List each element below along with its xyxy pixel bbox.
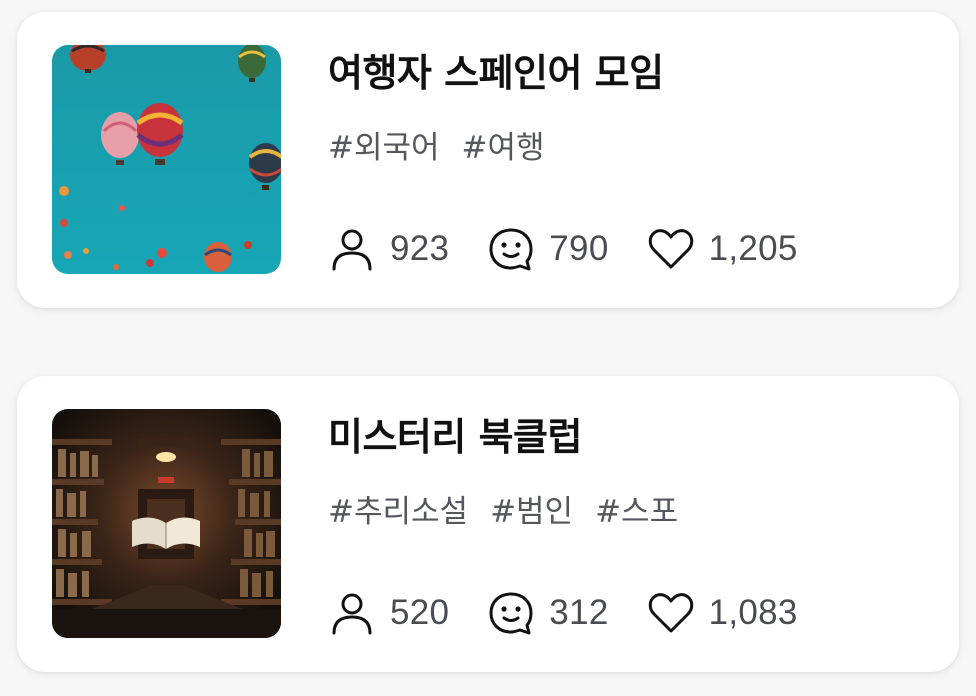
likes-count: 1,205 <box>708 229 798 268</box>
person-icon <box>328 225 376 273</box>
group-card[interactable]: 여행자 스페인어 모임 #외국어 #여행 923 790 1,205 <box>17 12 959 308</box>
chat-bubble-icon <box>487 225 535 273</box>
tag[interactable]: #외국어 <box>328 130 440 166</box>
members-stat: 923 <box>328 225 449 273</box>
group-title: 여행자 스페인어 모임 <box>328 51 664 95</box>
group-title: 미스터리 북클럽 <box>328 415 582 459</box>
comments-stat: 312 <box>487 589 608 637</box>
group-thumbnail-library <box>52 409 281 638</box>
tag[interactable]: #범인 <box>490 494 573 530</box>
comments-count: 312 <box>549 593 609 632</box>
members-stat: 520 <box>328 589 449 637</box>
group-thumbnail-balloons <box>52 45 281 274</box>
chat-bubble-icon <box>487 589 535 637</box>
likes-count: 1,083 <box>708 593 798 632</box>
heart-icon[interactable] <box>647 225 695 273</box>
comments-stat: 790 <box>487 225 608 273</box>
group-stats: 923 790 1,205 <box>328 224 836 274</box>
tag-list: #추리소설 #범인 #스포 <box>328 492 700 532</box>
heart-icon[interactable] <box>647 589 695 637</box>
group-stats: 520 312 1,083 <box>328 588 836 638</box>
group-card[interactable]: 미스터리 북클럽 #추리소설 #범인 #스포 520 312 1,083 <box>17 376 959 672</box>
likes-stat[interactable]: 1,205 <box>647 225 798 273</box>
group-list: 여행자 스페인어 모임 #외국어 #여행 923 790 1,205 미스터리 … <box>0 0 976 696</box>
members-count: 923 <box>390 229 450 268</box>
tag[interactable]: #여행 <box>462 130 545 166</box>
tag[interactable]: #스포 <box>595 494 678 530</box>
members-count: 520 <box>390 593 450 632</box>
person-icon <box>328 589 376 637</box>
tag[interactable]: #추리소설 <box>328 494 468 530</box>
comments-count: 790 <box>549 229 609 268</box>
tag-list: #외국어 #여행 <box>328 128 567 168</box>
likes-stat[interactable]: 1,083 <box>647 589 798 637</box>
